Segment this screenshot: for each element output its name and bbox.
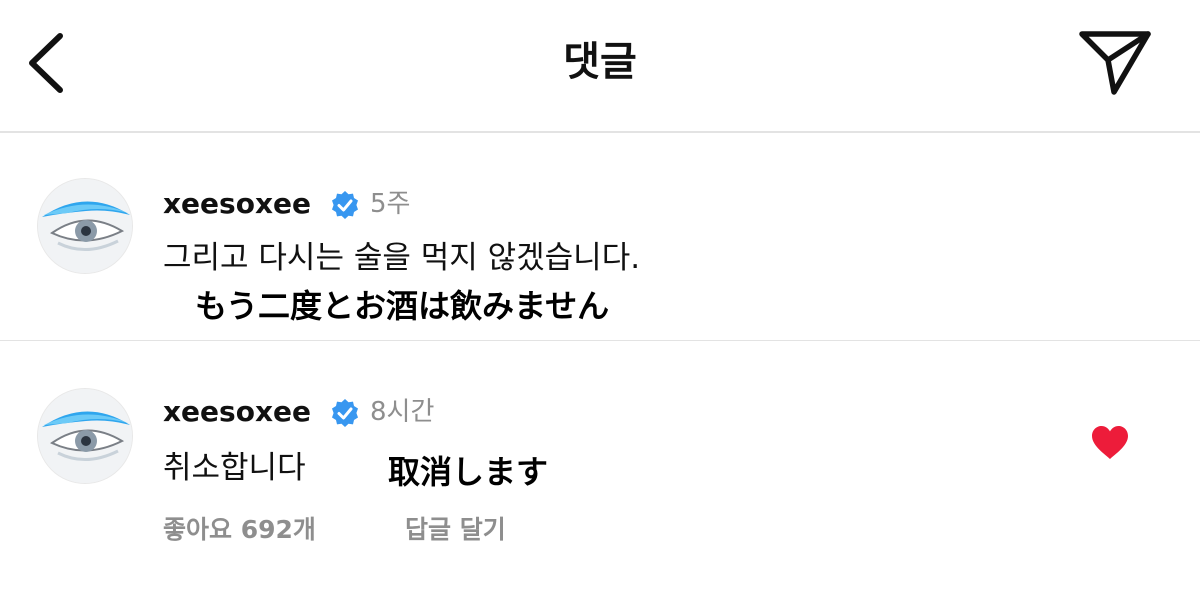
comment-text: 취소합니다: [163, 450, 306, 486]
back-icon[interactable]: [18, 28, 78, 98]
avatar[interactable]: [37, 388, 133, 484]
comment-timestamp: 5주: [370, 189, 411, 219]
comment-username[interactable]: xeesoxee: [163, 392, 311, 432]
heart-icon[interactable]: [1090, 424, 1130, 462]
send-icon[interactable]: [1076, 26, 1156, 98]
verified-badge-icon: [332, 399, 358, 427]
verified-badge-icon: [332, 191, 358, 219]
page-title: 댓글: [563, 39, 637, 85]
header-bar: 댓글: [0, 0, 1200, 132]
comment-divider: [0, 340, 1200, 341]
comment-item: xeesoxee 8시간 취소합니다 取消します 좋아요 692개 답글 달기: [0, 342, 1200, 606]
comment-username[interactable]: xeesoxee: [163, 184, 311, 224]
translation-caption: もう二度とお酒は飲みません: [195, 287, 610, 325]
translation-caption: 取消します: [388, 453, 549, 491]
avatar[interactable]: [37, 178, 133, 274]
reply-button[interactable]: 답글 달기: [405, 512, 506, 548]
comment-item: xeesoxee 5주 그리고 다시는 술을 먹지 않겠습니다. もう二度とお酒…: [0, 132, 1200, 342]
likes-count[interactable]: 좋아요 692개: [163, 512, 316, 548]
comment-timestamp: 8시간: [370, 397, 435, 427]
comment-text: 그리고 다시는 술을 먹지 않겠습니다.: [163, 240, 641, 276]
